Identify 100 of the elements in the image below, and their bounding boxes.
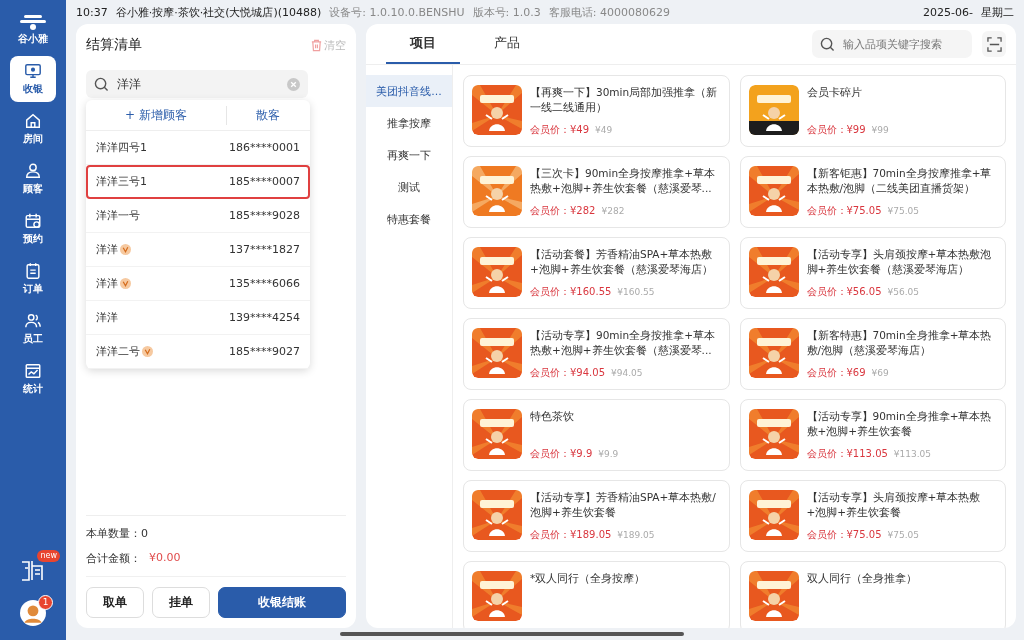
hotline: 客服电话: 4000080629 [548,4,670,20]
product-title: *双人同行（全身按摩） [530,571,646,586]
customer-row[interactable]: 洋洋一号 185****9028 [86,199,310,233]
customer-search-field[interactable]: 洋洋 [86,70,308,98]
scan-button[interactable] [982,31,1006,57]
product-card[interactable]: 【活动专享】90min全身按推拿+草本热敷+泡脚+养生饮套餐（慈溪爱琴... 会员价：¥94.05 ¥94.05 [463,318,730,390]
product-card[interactable]: 【再爽一下】30min局部加强推拿（新一线二线通用） 会员价：¥49 ¥49 [463,75,730,147]
product-card[interactable]: 【活动专享】芳香精油SPA+草本热敷/泡脚+养生饮套餐 会员价：¥189.05 ¥189.05 [463,480,730,552]
product-card[interactable]: 会员卡碎片 会员价：¥99 ¥99 [739,75,1006,147]
customer-row[interactable]: 洋洋 137****1827 [86,233,310,267]
product-title: 会员卡碎片 [806,85,863,100]
product-search-field[interactable]: 输入品项关键字搜索 [812,30,972,58]
item-count: 本单数量：0 [86,526,149,541]
tab[interactable]: 项目 [386,24,460,64]
category-item[interactable]: 推拿按摩 [366,107,452,139]
customer-name: 洋洋 [96,310,118,325]
member-price: 会员价：¥160.55 [530,285,612,299]
total-label: 合计金额： [86,551,141,566]
nav-item[interactable]: 预约 [10,206,56,252]
original-price: ¥99 [871,125,889,135]
customer-phone: 186****0001 [229,141,300,154]
version-number: 版本号: 1.0.3 [472,4,541,20]
original-price: ¥160.55 [617,287,655,297]
product-card[interactable]: 【新客钜惠】70min全身按摩推拿+草本热敷/泡脚（二线美团直播货架） 会员价：¥75.05 ¥75.05 [739,156,1006,228]
customer-row[interactable]: 洋洋二号 185****9027 [86,335,310,369]
category-item[interactable]: 测试 [366,171,452,203]
tab[interactable]: 产品 [470,24,544,64]
nav-item[interactable]: 顾客 [10,156,56,202]
product-title: 【活动专享】头肩颈按摩+草本热敷+泡脚+养生饮套餐 [806,490,982,520]
document-icon [24,262,42,280]
walk-in-button[interactable]: 散客 [226,105,310,125]
nav-item[interactable]: 员工 [10,306,56,352]
product-title: 【三次卡】90min全身按摩推拿+草本热敷+泡脚+养生饮套餐（慈溪爱琴... [530,166,716,196]
original-price: ¥282 [601,206,625,216]
avatar[interactable] [20,600,46,626]
category-item[interactable]: 特惠套餐 [366,203,452,235]
customer-phone: 185****0007 [229,175,300,188]
nav-item[interactable]: 统计 [10,356,56,402]
member-price: 会员价：¥49 [530,123,590,137]
product-title: 【活动专享】90min全身按推拿+草本热敷+泡脚+养生饮套餐（慈溪爱琴... [530,328,716,358]
product-title: 【再爽一下】30min局部加强推拿（新一线二线通用） [530,85,719,115]
logo-text: 谷小雅 [18,32,48,46]
member-price: 会员价：¥189.05 [530,528,612,542]
nav-item[interactable]: 收银 [10,56,56,102]
member-price: 会员价：¥9.9 [530,447,593,461]
store-name: 谷小雅·按摩·茶饮·社交(大悦城店)(10488) [115,4,322,20]
total-amount: ¥0.00 [149,551,181,566]
calendar-icon [24,212,42,230]
original-price: ¥75.05 [887,530,919,540]
member-price: 会员价：¥75.05 [806,204,882,218]
product-title: 【活动专享】芳香精油SPA+草本热敷/泡脚+养生饮套餐 [530,490,717,520]
nav-item[interactable]: 订单 [10,256,56,302]
customer-name: 洋洋一号 [96,208,140,223]
status-date: 2025-06- [923,5,973,19]
panel-title: 结算清单 [86,36,142,54]
add-customer-button[interactable]: + 新增顾客 [86,105,227,125]
product-card[interactable]: 【活动专享】头肩颈按摩+草本热敷+泡脚+养生饮套餐 会员价：¥75.05 ¥75.05 [739,480,1006,552]
original-price: ¥189.05 [617,530,655,540]
order-button[interactable]: 挂单 [152,587,210,618]
customer-row[interactable]: 洋洋 135****6066 [86,267,310,301]
customer-row[interactable]: 洋洋四号1 186****0001 [86,131,310,165]
customer-name: 洋洋四号1 [96,140,147,155]
notification-badge: 1 [38,595,53,610]
member-price: 会员价：¥94.05 [530,366,605,380]
product-title: 双人同行（全身推拿） [806,571,917,586]
nav-item[interactable]: 房间 [10,106,56,152]
customer-row[interactable]: 洋洋 139****4254 [86,301,310,335]
scan-icon [986,36,1002,52]
product-title: 【活动专享】90min全身推拿+草本热敷+泡脚+养生饮套餐 [806,409,993,439]
product-title: 【新客特惠】70min全身推拿+草本热敷/泡脚（慈溪爱琴海店） [806,328,993,358]
category-item[interactable]: 美团抖音线... [366,75,452,107]
product-card[interactable]: 【活动套餐】芳香精油SPA+草本热敷+泡脚+养生饮套餐（慈溪爱琴海店） 会员价：¥160.55 ¥160.55 [463,237,730,309]
category-item[interactable]: 再爽一下 [366,139,452,171]
product-card[interactable]: 特色茶饮 会员价：¥9.9 ¥9.9 [463,399,730,471]
original-price: ¥75.05 [887,206,919,216]
home-icon [24,112,42,130]
member-price: 会员价：¥282 [530,204,596,218]
customer-phone: 137****1827 [229,243,300,256]
member-price: 会员价：¥56.05 [806,285,882,299]
promo-icon[interactable] [20,558,46,582]
customer-phone: 185****9028 [229,209,300,222]
customer-row[interactable]: 洋洋三号1 185****0007 [86,165,310,199]
customer-name: 洋洋 [96,242,118,257]
product-card[interactable]: 双人同行（全身推拿） [739,561,1006,628]
member-price: 会员价：¥113.05 [806,447,888,461]
logo-icon [18,14,48,30]
checkout-button[interactable]: 收银结账 [218,587,346,618]
people-icon [24,312,42,330]
customer-name: 洋洋二号 [96,344,140,359]
order-button[interactable]: 取单 [86,587,144,618]
product-card[interactable]: 【三次卡】90min全身按摩推拿+草本热敷+泡脚+养生饮套餐（慈溪爱琴... 会员价：¥282 ¥282 [463,156,730,228]
product-title: 【活动专享】头肩颈按摩+草本热敷泡脚+养生饮套餐（慈溪爱琴海店） [806,247,993,277]
product-card[interactable]: 【活动专享】头肩颈按摩+草本热敷泡脚+养生饮套餐（慈溪爱琴海店） 会员价：¥56.05 ¥56.05 [739,237,1006,309]
search-icon [94,76,109,92]
product-card[interactable]: 【活动专享】90min全身推拿+草本热敷+泡脚+养生饮套餐 会员价：¥113.05 ¥113.05 [739,399,1006,471]
search-icon [820,36,835,52]
product-card[interactable]: 【新客特惠】70min全身推拿+草本热敷/泡脚（慈溪爱琴海店） 会员价：¥69 ¥69 [739,318,1006,390]
status-time: 10:37 [76,5,108,19]
original-price: ¥94.05 [611,368,643,378]
original-price: ¥56.05 [887,287,919,297]
